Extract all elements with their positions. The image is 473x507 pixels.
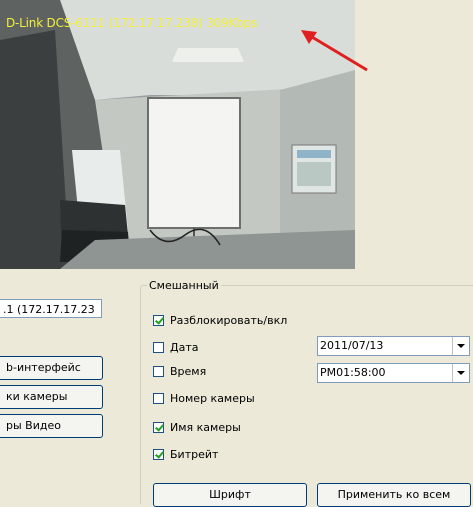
option-camera-name[interactable]: Имя камеры [153,419,241,435]
option-camera-number[interactable]: Номер камеры [153,390,255,406]
date-value: 2011/07/13 [320,339,384,352]
video-parameters-button[interactable]: ры Видео [0,414,103,438]
font-button[interactable]: Шрифт [153,483,307,507]
option-label: Дата [170,340,199,354]
option-unlock-enable[interactable]: Разблокировать/вкл [153,312,287,328]
checkbox-unlock-enable[interactable] [153,314,164,326]
option-label: Время [170,364,207,378]
video-overlay-text: D-Link DCS-6111 (172.17.17.238) 309Kbps [6,16,258,30]
camera-address-field[interactable]: .1 (172.17.17.23 [0,299,102,318]
checkbox-bitrate[interactable] [153,448,164,460]
checkbox-date[interactable] [153,341,164,353]
chevron-down-icon[interactable] [452,337,469,355]
checkbox-camera-name[interactable] [153,421,164,433]
option-label: Номер камеры [170,391,255,405]
option-date[interactable]: Дата [153,339,198,355]
time-select[interactable]: PM01:58:00 [317,363,470,383]
chevron-down-icon[interactable] [452,364,469,382]
time-value: PM01:58:00 [320,366,386,379]
annotation-arrow-icon [301,30,368,72]
option-label: Имя камеры [170,420,241,434]
date-select[interactable]: 2011/07/13 [317,336,470,356]
option-label: Битрейт [170,447,219,461]
option-bitrate[interactable]: Битрейт [153,446,218,462]
camera-settings-button[interactable]: ки камеры [0,385,103,409]
mixed-settings-group: Смешанный Разблокировать/вкл Дата Время … [140,279,473,507]
apply-to-all-button[interactable]: Применить ко всем [317,483,471,507]
checkbox-camera-number[interactable] [153,392,164,404]
checkbox-time[interactable] [153,365,164,377]
web-interface-button[interactable]: b-интерфейс [0,356,103,380]
option-label: Разблокировать/вкл [170,313,288,327]
option-time[interactable]: Время [153,363,206,379]
group-legend: Смешанный [149,279,219,292]
